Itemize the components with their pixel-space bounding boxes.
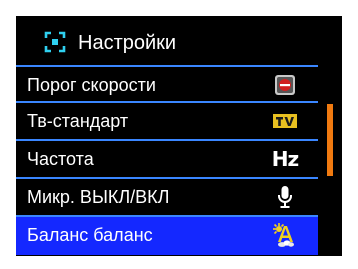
white-balance-icon xyxy=(271,221,299,249)
settings-icon xyxy=(44,31,66,53)
menu-item-speed-threshold[interactable]: Порог скорости xyxy=(16,65,318,103)
header: Настройки xyxy=(16,28,342,62)
menu-item-label: Частота xyxy=(27,149,94,169)
settings-menu: Порог скорости Тв-стандарт Частота Hz Ми… xyxy=(16,65,318,255)
menu-item-tv-standard[interactable]: Тв-стандарт xyxy=(16,103,318,141)
menu-item-white-balance[interactable]: Баланс баланс xyxy=(16,217,318,255)
microphone-icon xyxy=(271,183,299,211)
frequency-hz-icon: Hz xyxy=(271,147,299,171)
menu-item-label: Микр. ВЫКЛ/ВКЛ xyxy=(27,187,170,207)
menu-item-label: Баланс баланс xyxy=(27,225,153,245)
tv-icon xyxy=(271,107,299,135)
scrollbar-thumb[interactable] xyxy=(327,104,333,176)
scrollbar[interactable] xyxy=(327,66,333,254)
settings-screen: Настройки Порог скорости Тв-стандарт Час… xyxy=(16,16,342,256)
speed-threshold-icon xyxy=(271,71,299,99)
page-title: Настройки xyxy=(78,32,177,54)
menu-item-label: Тв-стандарт xyxy=(27,111,129,131)
menu-item-frequency[interactable]: Частота Hz xyxy=(16,141,318,179)
menu-item-label: Порог скорости xyxy=(27,75,156,95)
menu-item-microphone[interactable]: Микр. ВЫКЛ/ВКЛ xyxy=(16,179,318,217)
